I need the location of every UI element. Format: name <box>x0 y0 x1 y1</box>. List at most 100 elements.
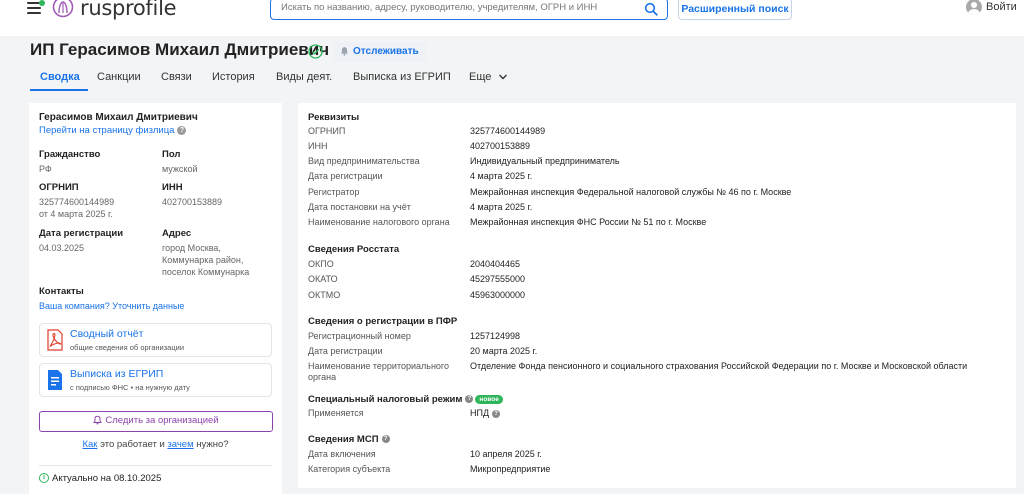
why-link[interactable]: зачем <box>167 439 193 450</box>
report-title: Сводный отчёт <box>70 328 144 340</box>
pfr-title: Сведения о регистрации в ПФР <box>308 316 458 327</box>
req-value: 402700153889 <box>470 141 531 151</box>
logo-icon[interactable] <box>52 0 74 18</box>
req-key: ИНН <box>308 141 328 151</box>
req-value: 4 марта 2025 г. <box>470 171 533 181</box>
pfr-key: Дата регистрации <box>308 346 383 356</box>
new-badge: новое <box>475 394 503 404</box>
tab-sanctions[interactable]: Санкции <box>97 67 141 92</box>
req-value: Индивидуальный предприниматель <box>470 156 620 166</box>
top-bar: rusprofile Расширенный поиск Войти <box>0 0 1024 36</box>
req-key: Вид предпринимательства <box>308 156 420 166</box>
chevron-down-icon <box>499 74 508 80</box>
user-icon <box>966 0 982 15</box>
req-key: ОГРНИП <box>308 126 346 136</box>
req-key: Дата постановки на учёт <box>308 202 411 212</box>
advanced-search-button[interactable]: Расширенный поиск <box>678 0 792 20</box>
bell-icon <box>93 416 103 425</box>
how-link[interactable]: Как <box>82 439 97 450</box>
ogrnip-date: от 4 марта 2025 г. <box>39 209 113 219</box>
citizenship-label: Гражданство <box>39 149 101 160</box>
divider <box>39 465 272 466</box>
tax-title-row: Специальный налоговый режим? новое <box>308 394 503 405</box>
tab-history[interactable]: История <box>212 67 255 92</box>
search-icon[interactable] <box>644 2 658 16</box>
egrip-subtitle: с подписью ФНС • на нужную дату <box>70 383 190 392</box>
fiz-link-row: Перейти на страницу физлица? <box>39 125 187 136</box>
address-line-3: поселок Коммунарка <box>162 267 250 277</box>
gender-label: Пол <box>162 149 181 160</box>
how-mid: это работает и <box>100 439 165 450</box>
person-name: Герасимов Михаил Дмитриевич <box>39 112 198 123</box>
pfr-org-key-1: Наименование территориального <box>308 361 450 371</box>
follow-label: Следить за организацией <box>105 415 219 426</box>
search-box[interactable] <box>270 0 668 20</box>
req-value: 4 марта 2025 г. <box>470 202 533 212</box>
regdate-label: Дата регистрации <box>39 228 124 239</box>
msp-key: Категория субъекта <box>308 464 391 474</box>
pfr-org-value: Отделение Фонда пенсионного и социальног… <box>470 361 968 371</box>
watch-button[interactable]: Отслеживать <box>334 42 426 62</box>
pdf-icon <box>47 329 63 351</box>
pfr-key: Регистрационный номер <box>308 331 411 341</box>
req-key: Регистратор <box>308 187 360 197</box>
msp-value: Микропредприятие <box>470 464 551 474</box>
msp-title-row: Сведения МСП? <box>308 434 390 445</box>
help-icon[interactable]: ? <box>465 395 474 404</box>
req-value: 325774600144989 <box>470 126 546 136</box>
msp-title: Сведения МСП <box>308 434 379 445</box>
help-icon[interactable]: ? <box>381 435 390 444</box>
report-card[interactable]: Сводный отчёт общие сведения об организа… <box>39 323 272 357</box>
tab-more[interactable]: Еще <box>469 67 508 92</box>
tab-activities[interactable]: Виды деят. <box>276 67 332 92</box>
actual-text: Актуально на 08.10.2025 <box>52 473 162 484</box>
tax-key: Применяется <box>308 408 364 418</box>
contacts-link[interactable]: Ваша компания? Уточнить данные <box>39 301 184 311</box>
doc-icon <box>48 370 62 390</box>
rosstat-key: ОКАТО <box>308 274 338 284</box>
login-button[interactable]: Войти <box>966 0 1017 19</box>
follow-button[interactable]: Следить за организацией <box>39 411 273 432</box>
requisites-title: Реквизиты <box>308 112 360 123</box>
egrip-title: Выписка из ЕГРИП <box>70 368 164 380</box>
req-value: Межрайонная инспекция Федеральной налого… <box>470 187 792 197</box>
rosstat-title: Сведения Росстата <box>308 244 400 255</box>
help-icon[interactable]: ? <box>177 125 187 135</box>
req-value: Межрайонная инспекция ФНС России № 51 по… <box>470 217 707 227</box>
req-key: Наименование налогового органа <box>308 217 450 227</box>
tab-egrip[interactable]: Выписка из ЕГРИП <box>353 67 451 92</box>
egrip-card[interactable]: Выписка из ЕГРИП с подписью ФНС • на нуж… <box>39 363 272 397</box>
help-icon[interactable]: ? <box>492 409 501 418</box>
gender-value: мужской <box>162 164 198 174</box>
info-icon: i <box>39 473 49 484</box>
ogrnip-label: ОГРНИП <box>39 182 79 193</box>
address-line-1: город Москва, <box>162 243 221 253</box>
msp-key: Дата включения <box>308 449 376 459</box>
inn-label: ИНН <box>162 182 183 193</box>
tax-value: НПД <box>470 408 490 418</box>
left-panel: Герасимов Михаил Дмитриевич Перейти на с… <box>29 103 282 494</box>
report-subtitle: общие сведения об организации <box>70 343 185 352</box>
verified-check-icon <box>308 44 323 59</box>
search-input[interactable] <box>281 2 631 13</box>
rosstat-key: ОКПО <box>308 259 334 269</box>
logo-text[interactable]: rusprofile <box>80 0 177 20</box>
regdate-value: 04.03.2025 <box>39 243 85 253</box>
how-it-works: Как это работает и зачем нужно? <box>29 439 282 450</box>
actual-date: i Актуально на 08.10.2025 <box>39 473 161 484</box>
contacts-label: Контакты <box>39 286 84 297</box>
rosstat-key: ОКТМО <box>308 290 341 300</box>
pfr-org-key-2: органа <box>308 372 337 382</box>
ogrnip-value: 325774600144989 <box>39 197 115 207</box>
fiz-link[interactable]: Перейти на страницу физлица <box>39 125 174 136</box>
watch-label: Отслеживать <box>353 46 419 57</box>
rosstat-value: 45963000000 <box>470 290 526 300</box>
menu-icon[interactable] <box>27 0 45 14</box>
tax-value-row: НПД? <box>470 408 501 419</box>
pfr-value: 20 марта 2025 г. <box>470 346 538 356</box>
citizenship-value: РФ <box>39 164 52 174</box>
right-panel: Реквизиты ОГРНИП 325774600144989 ИНН 402… <box>298 103 1016 488</box>
tab-links[interactable]: Связи <box>161 67 192 92</box>
address-label: Адрес <box>162 228 192 239</box>
tab-more-label: Еще <box>469 71 492 83</box>
